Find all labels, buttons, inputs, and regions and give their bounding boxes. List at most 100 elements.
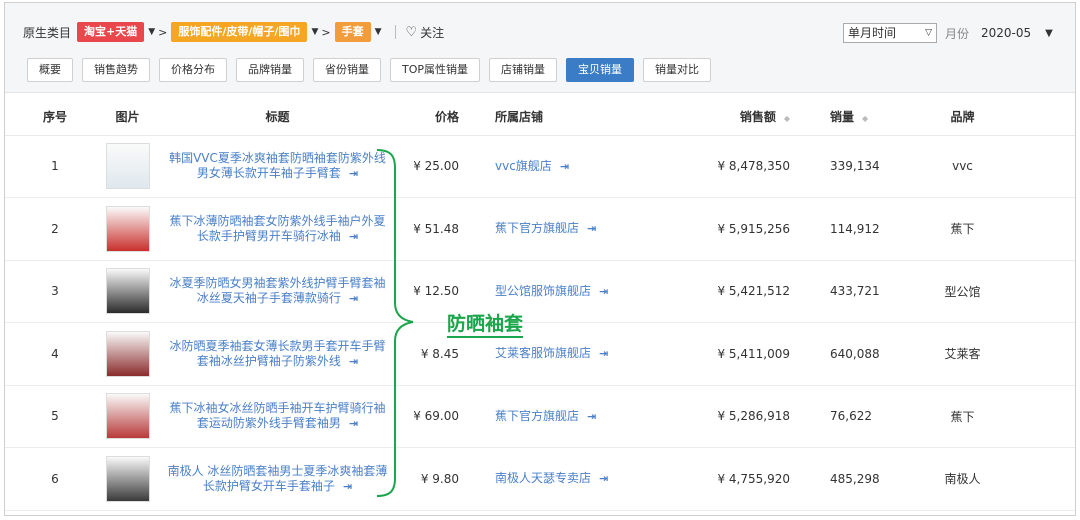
table-row: 6 南极人 冰丝防晒套袖男士夏季冰爽袖套薄 长款护臂女开车手套袖子 ⇥ ¥ 9.80 南极… <box>5 447 1075 511</box>
row-shop-cell: vvc旗舰店 ⇥ <box>465 135 640 198</box>
header-no: 序号 <box>5 99 105 136</box>
period-type-value: 单月时间 <box>848 26 897 40</box>
product-thumbnail[interactable] <box>105 205 150 252</box>
row-no: 6 <box>5 447 105 511</box>
header-sales[interactable]: 销售额 ◆ <box>640 99 800 136</box>
heart-icon: ♡ <box>405 24 418 40</box>
shop-link[interactable]: 艾莱客服饰旗舰店 <box>495 346 591 361</box>
header-image: 图片 <box>105 99 150 136</box>
row-thumbnail-cell <box>105 322 150 386</box>
external-link-icon[interactable]: ⇥ <box>349 417 358 430</box>
table-row: 4 冰防晒夏季袖套女薄长款男手套开车手臂 套袖冰丝护臂袖子防紫外线 ⇥ ¥ 8.45 艾莱… <box>5 322 1075 386</box>
product-title-line1: 南极人 冰丝防晒套袖男士夏季冰爽袖套薄 <box>167 463 388 478</box>
tab-shop-sales[interactable]: 店铺销量 <box>489 58 558 82</box>
shop-link[interactable]: 型公馆服饰旗舰店 <box>495 284 591 299</box>
product-thumbnail[interactable] <box>105 143 150 190</box>
tab-overview[interactable]: 概要 <box>27 58 73 82</box>
row-title-cell: 冰夏季防晒女男袖套紫外线护臂手臂套袖 冰丝夏天袖子手套薄款骑行 ⇥ <box>150 260 405 323</box>
chevron-right-icon: > <box>321 25 331 39</box>
tab-province-sales[interactable]: 省份销量 <box>313 58 381 82</box>
row-qty: 433,721 <box>800 260 910 323</box>
row-shop-cell: 蕉下官方旗舰店 ⇥ <box>465 197 640 261</box>
product-thumbnail[interactable] <box>105 393 150 440</box>
tab-sales-compare[interactable]: 销量对比 <box>643 58 712 82</box>
follow-button[interactable]: ♡ 关注 <box>406 24 445 41</box>
row-thumbnail-cell <box>105 385 150 448</box>
external-link-icon[interactable]: ⇥ <box>587 410 596 423</box>
table-row: 2 蕉下冰薄防晒袖套女防紫外线手袖户外夏 长款手护臂男开车骑行冰袖 ⇥ ¥ 51.48 蕉… <box>5 197 1075 261</box>
chevron-down-icon[interactable]: ▼ <box>311 27 318 37</box>
product-title-line2: 套运动防紫外线手臂套袖男 <box>196 416 341 431</box>
product-title-line2: 长款手护臂男开车骑行冰袖 <box>196 228 341 243</box>
category-level3-tag[interactable]: 手套 <box>334 22 371 42</box>
product-title-line2: 长款护臂女开车手套袖子 <box>202 478 335 493</box>
category-level2-tag[interactable]: 服饰配件/皮带/帽子/围巾 <box>171 22 308 42</box>
shop-link[interactable]: 蕉下官方旗舰店 <box>495 409 579 424</box>
product-title-link[interactable]: 南极人 冰丝防晒套袖男士夏季冰爽袖套薄 长款护臂女开车手套袖子 ⇥ <box>168 464 388 494</box>
row-title-cell: 南极人 冰丝防晒套袖男士夏季冰爽袖套薄 长款护臂女开车手套袖子 ⇥ <box>150 447 405 511</box>
external-link-icon[interactable]: ⇥ <box>587 222 596 235</box>
tab-sales-trend[interactable]: 销售趋势 <box>82 58 150 82</box>
product-title-link[interactable]: 韩国VVC夏季冰爽袖套防晒袖套防紫外线 男女薄长款开车袖子手臂套 ⇥ <box>169 151 386 181</box>
sort-icon[interactable]: ◆ <box>862 114 868 123</box>
external-link-icon[interactable]: ⇥ <box>599 285 608 298</box>
product-title-link[interactable]: 蕉下冰薄防晒袖套女防紫外线手袖户外夏 长款手护臂男开车骑行冰袖 ⇥ <box>169 214 385 244</box>
row-qty: 640,088 <box>800 322 910 386</box>
table-row: 5 蕉下冰袖女冰丝防晒手袖开车护臂骑行袖 套运动防紫外线手臂套袖男 ⇥ ¥ 69.00 蕉… <box>5 385 1075 448</box>
row-brand: vvc <box>910 135 1075 198</box>
row-sales: ¥ 8,478,350 <box>640 135 800 198</box>
external-link-icon[interactable]: ⇥ <box>599 472 608 485</box>
header-price: 价格 <box>405 99 465 136</box>
product-thumbnail[interactable] <box>105 455 150 502</box>
tab-top-attribute-sales[interactable]: TOP属性销量 <box>390 58 481 82</box>
product-title-line1: 冰防晒夏季袖套女薄长款男手套开车手臂 <box>169 338 386 353</box>
month-value[interactable]: 2020-05 <box>981 26 1031 40</box>
tab-brand-sales[interactable]: 品牌销量 <box>236 58 304 82</box>
header-shop: 所属店铺 <box>465 99 640 136</box>
external-link-icon[interactable]: ⇥ <box>349 292 358 305</box>
product-title-line2: 套袖冰丝护臂袖子防紫外线 <box>196 353 341 368</box>
row-no: 2 <box>5 197 105 261</box>
product-title-link[interactable]: 冰夏季防晒女男袖套紫外线护臂手臂套袖 冰丝夏天袖子手套薄款骑行 ⇥ <box>169 276 385 306</box>
period-type-select[interactable]: 单月时间 ▽ <box>843 23 937 43</box>
table-row: 1 韩国VVC夏季冰爽袖套防晒袖套防紫外线 男女薄长款开车袖子手臂套 ⇥ ¥ 25.00… <box>5 135 1075 198</box>
product-title-link[interactable]: 冰防晒夏季袖套女薄长款男手套开车手臂 套袖冰丝护臂袖子防紫外线 ⇥ <box>169 339 385 369</box>
product-thumbnail[interactable] <box>105 268 150 315</box>
row-title-cell: 蕉下冰薄防晒袖套女防紫外线手袖户外夏 长款手护臂男开车骑行冰袖 ⇥ <box>150 197 405 261</box>
product-title-link[interactable]: 蕉下冰袖女冰丝防晒手袖开车护臂骑行袖 套运动防紫外线手臂套袖男 ⇥ <box>169 401 385 431</box>
chevron-down-icon[interactable]: ▼ <box>148 27 155 37</box>
item-sales-table: 序号 图片 标题 价格 所属店铺 销售额 ◆ 销量 ◆ 品牌 1 韩国VVC夏季冰爽袖… <box>5 99 1075 511</box>
external-link-icon[interactable]: ⇥ <box>349 167 358 180</box>
external-link-icon[interactable]: ⇥ <box>560 160 569 173</box>
row-price: ¥ 51.48 <box>405 197 465 261</box>
category-level1-tag[interactable]: 淘宝+天猫 <box>77 22 145 42</box>
row-qty: 76,622 <box>800 385 910 448</box>
row-price: ¥ 9.80 <box>405 447 465 511</box>
shop-link[interactable]: 南极人天瑟专卖店 <box>495 471 591 486</box>
external-link-icon[interactable]: ⇥ <box>599 347 608 360</box>
divider <box>394 25 396 39</box>
external-link-icon[interactable]: ⇥ <box>349 355 358 368</box>
row-brand: 蕉下 <box>910 197 1075 261</box>
shop-link[interactable]: vvc旗舰店 <box>495 159 552 174</box>
header-qty[interactable]: 销量 ◆ <box>800 99 910 136</box>
chevron-down-icon[interactable]: ▼ <box>375 27 382 37</box>
external-link-icon[interactable]: ⇥ <box>343 480 352 493</box>
period-controls: 单月时间 ▽ 月份 2020-05 ▼ <box>843 23 1053 43</box>
sort-icon[interactable]: ◆ <box>784 114 790 123</box>
chevron-right-icon: > <box>158 25 168 39</box>
tab-price-distribution[interactable]: 价格分布 <box>159 58 227 82</box>
tab-item-sales[interactable]: 宝贝销量 <box>566 58 635 82</box>
row-brand: 南极人 <box>910 447 1075 511</box>
product-thumbnail[interactable] <box>105 330 150 377</box>
analysis-tabs: 概要 销售趋势 价格分布 品牌销量 省份销量 TOP属性销量 店铺销量 宝贝销量… <box>27 58 720 82</box>
external-link-icon[interactable]: ⇥ <box>349 230 358 243</box>
row-no: 5 <box>5 385 105 448</box>
row-no: 1 <box>5 135 105 198</box>
row-thumbnail-cell <box>105 260 150 323</box>
row-brand: 型公馆 <box>910 260 1075 323</box>
shop-link[interactable]: 蕉下官方旗舰店 <box>495 221 579 236</box>
row-sales: ¥ 5,421,512 <box>640 260 800 323</box>
product-title-line1: 韩国VVC夏季冰爽袖套防晒袖套防紫外线 <box>169 151 386 166</box>
chevron-down-icon[interactable]: ▼ <box>1045 28 1053 39</box>
